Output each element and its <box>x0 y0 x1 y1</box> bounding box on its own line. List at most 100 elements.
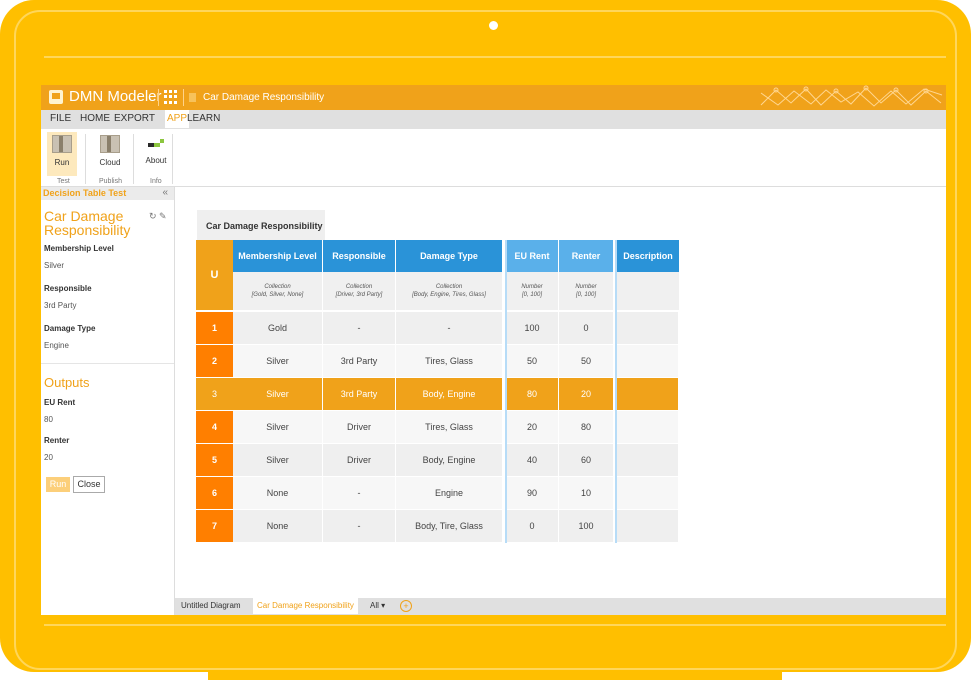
column-allowed-values: [Body, Engine, Tires, Glass] <box>412 292 486 298</box>
diagram-tabs-bar: Untitled Diagram Car Damage Responsibili… <box>175 598 946 615</box>
rule-cell[interactable]: 50 <box>506 345 558 377</box>
rule-cell[interactable]: Body, Engine <box>396 444 502 476</box>
output-label: EU Rent <box>44 398 76 407</box>
rule-cell[interactable]: Driver <box>323 411 395 443</box>
rule-cell[interactable]: - <box>323 510 395 542</box>
rule-cell[interactable]: Silver <box>233 378 322 410</box>
menu-app[interactable]: APP <box>165 110 190 128</box>
run-test-button[interactable]: Run <box>46 477 70 492</box>
rule-cell[interactable]: 10 <box>559 477 613 509</box>
group-label-test: Test <box>57 178 70 185</box>
rule-cell[interactable] <box>617 345 678 377</box>
rule-number[interactable]: 3 <box>196 378 233 410</box>
add-tab-icon[interactable]: + <box>400 600 412 612</box>
rule-number[interactable]: 6 <box>196 477 233 509</box>
menu-learn[interactable]: LEARN <box>187 113 220 124</box>
rule-cell[interactable]: Tires, Glass <box>396 345 502 377</box>
menu-file[interactable]: FILE <box>50 113 71 124</box>
column-header[interactable]: Damage Type <box>396 240 502 272</box>
rule-cell[interactable]: - <box>396 312 502 344</box>
column-header[interactable]: EU Rent <box>506 240 558 272</box>
rule-cell[interactable]: Silver <box>233 345 322 377</box>
rule-number[interactable]: 4 <box>196 411 233 443</box>
rule-cell[interactable] <box>617 477 678 509</box>
annotation-subheader <box>617 272 679 310</box>
column-type-cell[interactable]: Collection [Body, Engine, Tires, Glass] <box>396 272 502 310</box>
rule-cell[interactable]: - <box>323 312 395 344</box>
title-separator <box>158 89 159 106</box>
table-name-tab[interactable]: Car Damage Responsibility <box>197 210 325 240</box>
group-label-publish: Publish <box>99 178 122 185</box>
rule-cell[interactable]: 100 <box>559 510 613 542</box>
column-header[interactable]: Membership Level <box>233 240 322 272</box>
rule-cell[interactable]: None <box>233 510 322 542</box>
annotation-header[interactable]: Description <box>617 240 679 272</box>
rule-cell[interactable]: Silver <box>233 411 322 443</box>
column-type-cell[interactable]: Number [0, 100] <box>559 272 613 310</box>
rule-cell[interactable] <box>617 411 678 443</box>
rule-cell[interactable] <box>617 378 678 410</box>
input-label: Membership Level <box>44 244 114 253</box>
rule-number[interactable]: 5 <box>196 444 233 476</box>
rule-cell[interactable]: Engine <box>396 477 502 509</box>
column-type-cell[interactable]: Number [0, 100] <box>506 272 558 310</box>
rule-cell[interactable]: 50 <box>559 345 613 377</box>
rule-cell[interactable] <box>617 312 678 344</box>
rule-cell[interactable]: 80 <box>506 378 558 410</box>
column-header[interactable]: Renter <box>559 240 613 272</box>
device-stand <box>208 672 782 680</box>
rule-cell[interactable]: Gold <box>233 312 322 344</box>
rule-number[interactable]: 7 <box>196 510 233 542</box>
rule-cell[interactable]: Silver <box>233 444 322 476</box>
close-button[interactable]: Close <box>73 476 105 493</box>
about-button[interactable]: About <box>141 132 171 176</box>
menu-bar: FILE HOME EXPORT APP LEARN <box>41 110 946 129</box>
rule-cell[interactable]: - <box>323 477 395 509</box>
collapse-icon[interactable]: « <box>162 187 168 198</box>
rule-cell[interactable] <box>617 444 678 476</box>
ribbon-toolbar: Run Cloud About Test Publish Info <box>41 129 946 187</box>
rule-cell[interactable]: 80 <box>559 411 613 443</box>
input-value-damage-type[interactable]: Engine <box>44 341 69 350</box>
rule-cell[interactable]: Body, Tire, Glass <box>396 510 502 542</box>
panel-title: Decision Table Test <box>43 188 127 198</box>
rule-cell[interactable]: 100 <box>506 312 558 344</box>
rule-cell[interactable]: Driver <box>323 444 395 476</box>
input-value-responsible[interactable]: 3rd Party <box>44 301 76 310</box>
ribbon-separator <box>133 134 134 184</box>
rule-cell[interactable]: 40 <box>506 444 558 476</box>
input-value-membership-level[interactable]: Silver <box>44 261 64 270</box>
column-type-cell[interactable]: Collection [Gold, Silver, None] <box>233 272 322 310</box>
refresh-edit-icons[interactable]: ↻ ✎ <box>149 211 167 222</box>
rule-cell[interactable]: 0 <box>559 312 613 344</box>
rule-number[interactable]: 1 <box>196 312 233 344</box>
document-icon <box>189 93 196 102</box>
rule-cell[interactable]: 90 <box>506 477 558 509</box>
column-type-cell[interactable]: Collection [Driver, 3rd Party] <box>323 272 395 310</box>
bezel-decor-line <box>44 624 946 626</box>
rule-cell[interactable]: 20 <box>559 378 613 410</box>
rule-cell[interactable]: Tires, Glass <box>396 411 502 443</box>
rule-cell[interactable]: 3rd Party <box>323 345 395 377</box>
app-grid-icon[interactable] <box>164 90 178 104</box>
tab-car-damage-responsibility[interactable]: Car Damage Responsibility <box>253 598 358 614</box>
app-logo-icon <box>49 90 63 104</box>
rule-number[interactable]: 2 <box>196 345 233 377</box>
box-play-icon <box>52 135 72 153</box>
run-button[interactable]: Run <box>47 132 77 176</box>
column-type: Number <box>521 284 543 290</box>
rule-cell[interactable]: 3rd Party <box>323 378 395 410</box>
menu-export[interactable]: EXPORT <box>114 113 155 124</box>
rule-cell[interactable]: 20 <box>506 411 558 443</box>
tab-untitled-diagram[interactable]: Untitled Diagram <box>181 601 241 610</box>
rule-cell[interactable]: 0 <box>506 510 558 542</box>
all-tabs-dropdown[interactable]: All ▾ <box>370 601 385 610</box>
hit-policy-cell[interactable]: U <box>196 240 233 310</box>
column-header[interactable]: Responsible <box>323 240 395 272</box>
rule-cell[interactable]: Body, Engine <box>396 378 502 410</box>
rule-cell[interactable]: None <box>233 477 322 509</box>
rule-cell[interactable]: 60 <box>559 444 613 476</box>
rule-cell[interactable] <box>617 510 678 542</box>
cloud-button[interactable]: Cloud <box>95 132 125 176</box>
menu-home[interactable]: HOME <box>80 113 110 124</box>
